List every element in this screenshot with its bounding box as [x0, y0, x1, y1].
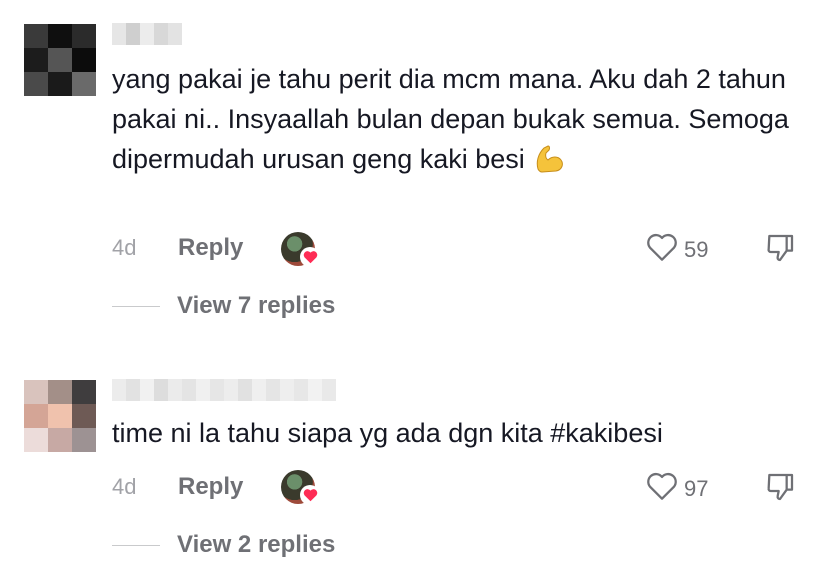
- creator-liked-heart-icon: [300, 247, 320, 267]
- divider: [112, 544, 160, 546]
- comment-text-content: yang pakai je tahu perit dia mcm mana. A…: [112, 64, 789, 174]
- flexed-biceps-emoji-icon: [532, 142, 566, 185]
- username-blurred[interactable]: [112, 23, 182, 45]
- comment-meta: 4d Reply: [112, 469, 243, 505]
- heart-outline-icon: [646, 471, 678, 506]
- comment-text: time ni la tahu siapa yg ada dgn kita #k…: [112, 413, 802, 453]
- timestamp: 4d: [112, 474, 137, 499]
- avatar[interactable]: [24, 24, 96, 96]
- like-count: 97: [684, 475, 709, 501]
- thumbs-down-outline-icon: [764, 473, 796, 507]
- thumbs-down-outline-icon: [764, 234, 796, 268]
- creator-liked-heart-icon: [300, 485, 320, 505]
- dislike-button[interactable]: [764, 471, 796, 508]
- like-button[interactable]: 97: [646, 471, 708, 506]
- comment-meta: 4d Reply: [112, 230, 243, 266]
- like-count: 59: [684, 236, 709, 262]
- comment-text: yang pakai je tahu perit dia mcm mana. A…: [112, 59, 802, 185]
- heart-outline-icon: [646, 232, 678, 267]
- view-replies-label: View 2 replies: [177, 531, 336, 558]
- dislike-button[interactable]: [764, 232, 796, 269]
- view-replies-label: View 7 replies: [177, 292, 336, 319]
- timestamp: 4d: [112, 235, 137, 260]
- username-blurred[interactable]: [112, 379, 336, 401]
- reply-button[interactable]: Reply: [178, 234, 243, 262]
- like-button[interactable]: 59: [646, 232, 708, 267]
- divider: [112, 305, 160, 307]
- comment-text-content: time ni la tahu siapa yg ada dgn kita #k…: [112, 418, 663, 448]
- view-replies-button[interactable]: View 2 replies: [112, 531, 335, 559]
- avatar[interactable]: [24, 380, 96, 452]
- view-replies-button[interactable]: View 7 replies: [112, 292, 335, 320]
- reply-button[interactable]: Reply: [178, 473, 243, 501]
